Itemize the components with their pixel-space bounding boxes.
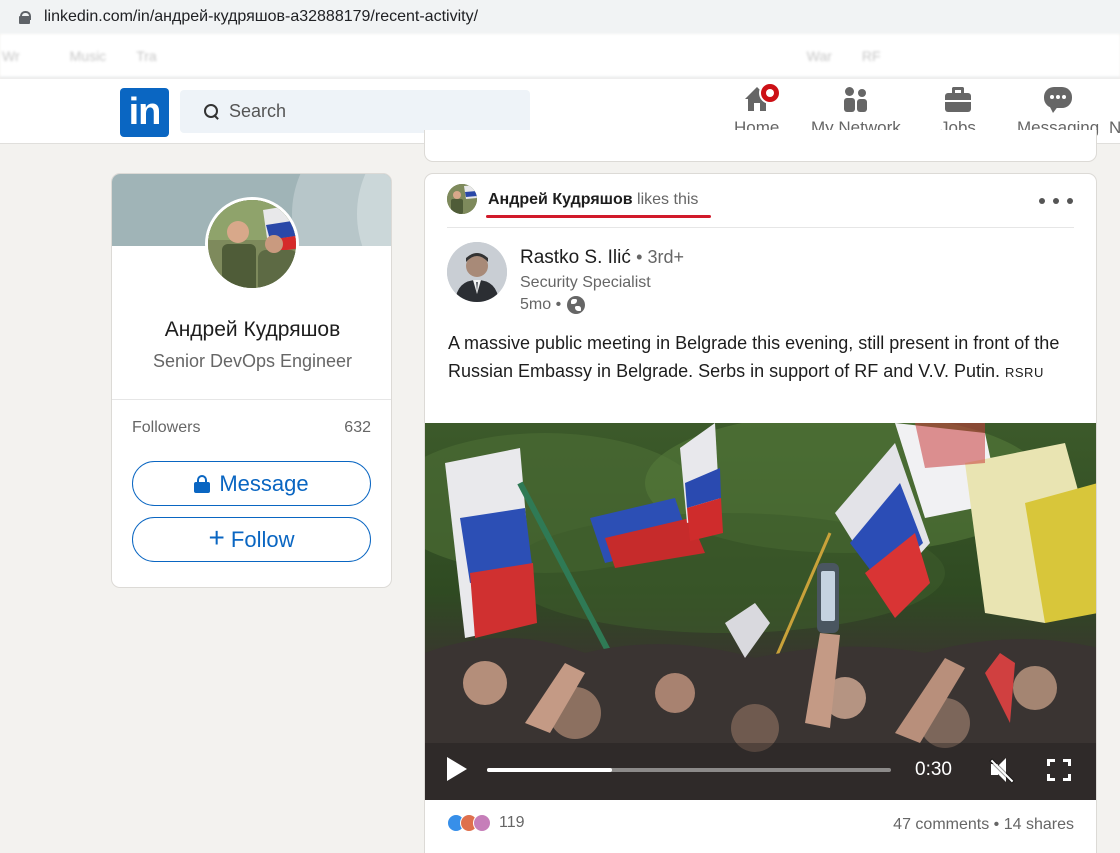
- follow-button-label: Follow: [230, 526, 295, 552]
- connection-degree: • 3rd+: [636, 247, 684, 267]
- post-text: A massive public meeting in Belgrade thi…: [448, 329, 1078, 387]
- profile-card: Андрей Кудряшов Senior DevOps Engineer F…: [111, 173, 392, 588]
- bookmark-item[interactable]: Wr: [2, 48, 20, 64]
- liker-avatar[interactable]: [447, 184, 477, 214]
- previous-post-card: [424, 130, 1097, 162]
- shares-count[interactable]: 14 shares: [1004, 816, 1074, 833]
- search-icon: [204, 104, 219, 119]
- bookmark-item[interactable]: Tra: [136, 48, 156, 64]
- browser-address-bar[interactable]: linkedin.com/in/андрей-кудряшов-a3288817…: [0, 0, 1120, 34]
- nav-notifications[interactable]: N: [1109, 85, 1120, 138]
- liker-activity: Андрей Кудряшов likes this: [488, 191, 698, 209]
- profile-name[interactable]: Андрей Кудряшов: [112, 318, 391, 342]
- highlight-underline: [486, 215, 711, 218]
- lock-icon: [194, 474, 211, 493]
- post-body: A massive public meeting in Belgrade thi…: [448, 333, 1060, 381]
- search-bar[interactable]: [180, 90, 530, 133]
- video-player[interactable]: 0:30: [425, 423, 1096, 800]
- bookmark-item[interactable]: Music: [70, 48, 107, 64]
- globe-icon: [567, 296, 586, 314]
- followers-count: 632: [344, 419, 371, 436]
- social-separator: •: [993, 816, 1000, 833]
- message-button[interactable]: Message: [132, 461, 371, 506]
- post-time: 5mo •: [520, 296, 586, 314]
- followers-label: Followers: [132, 419, 201, 436]
- avatar[interactable]: [205, 197, 299, 291]
- social-counts: 47 comments • 14 shares: [893, 816, 1074, 834]
- briefcase-icon: [943, 85, 973, 115]
- bookmark-item[interactable]: War: [807, 48, 832, 64]
- profile-headline: Senior DevOps Engineer: [152, 351, 353, 371]
- nav-notifications-label: N: [1109, 118, 1120, 137]
- messaging-icon: [1043, 85, 1073, 115]
- bookmark-item[interactable]: RF: [862, 48, 881, 64]
- post-time-label: 5mo •: [520, 296, 562, 313]
- liker-name[interactable]: Андрей Кудряшов: [488, 191, 633, 208]
- post-tag: RSRU: [1005, 365, 1044, 380]
- search-input[interactable]: [229, 101, 509, 122]
- lock-icon: [19, 10, 31, 24]
- support-reaction-icon: [473, 814, 491, 832]
- author-title: Security Specialist: [520, 274, 651, 291]
- feed-post: Андрей Кудряшов likes this Rastko S. Ili…: [424, 173, 1097, 853]
- video-progress-fill: [487, 768, 613, 772]
- home-icon: [742, 82, 781, 115]
- notification-badge: [758, 82, 781, 104]
- divider: [447, 227, 1074, 228]
- follow-button[interactable]: + Follow: [132, 517, 371, 562]
- reactions-count: 119: [499, 814, 525, 831]
- reactions-summary[interactable]: 119: [447, 814, 525, 832]
- liker-action: likes this: [637, 191, 699, 208]
- network-icon: [841, 85, 871, 115]
- message-button-label: Message: [219, 470, 309, 496]
- mute-icon[interactable]: [989, 757, 1017, 783]
- video-time: 0:30: [915, 759, 952, 780]
- fullscreen-icon[interactable]: [1047, 759, 1071, 781]
- author-avatar[interactable]: [447, 242, 507, 302]
- author-name[interactable]: Rastko S. Ilić • 3rd+: [520, 247, 684, 269]
- linkedin-logo[interactable]: in: [120, 88, 169, 137]
- plus-icon: +: [208, 522, 225, 553]
- address-url[interactable]: linkedin.com/in/андрей-кудряшов-a3288817…: [44, 8, 478, 26]
- video-progress-bar[interactable]: [487, 768, 891, 772]
- divider: [112, 399, 391, 400]
- more-options-icon[interactable]: [1039, 190, 1073, 212]
- play-icon[interactable]: [447, 757, 467, 781]
- comments-count[interactable]: 47 comments: [893, 816, 989, 833]
- bookmarks-bar: Wr Music Tra War RF: [0, 34, 1120, 78]
- video-controls: 0:30: [425, 743, 1096, 800]
